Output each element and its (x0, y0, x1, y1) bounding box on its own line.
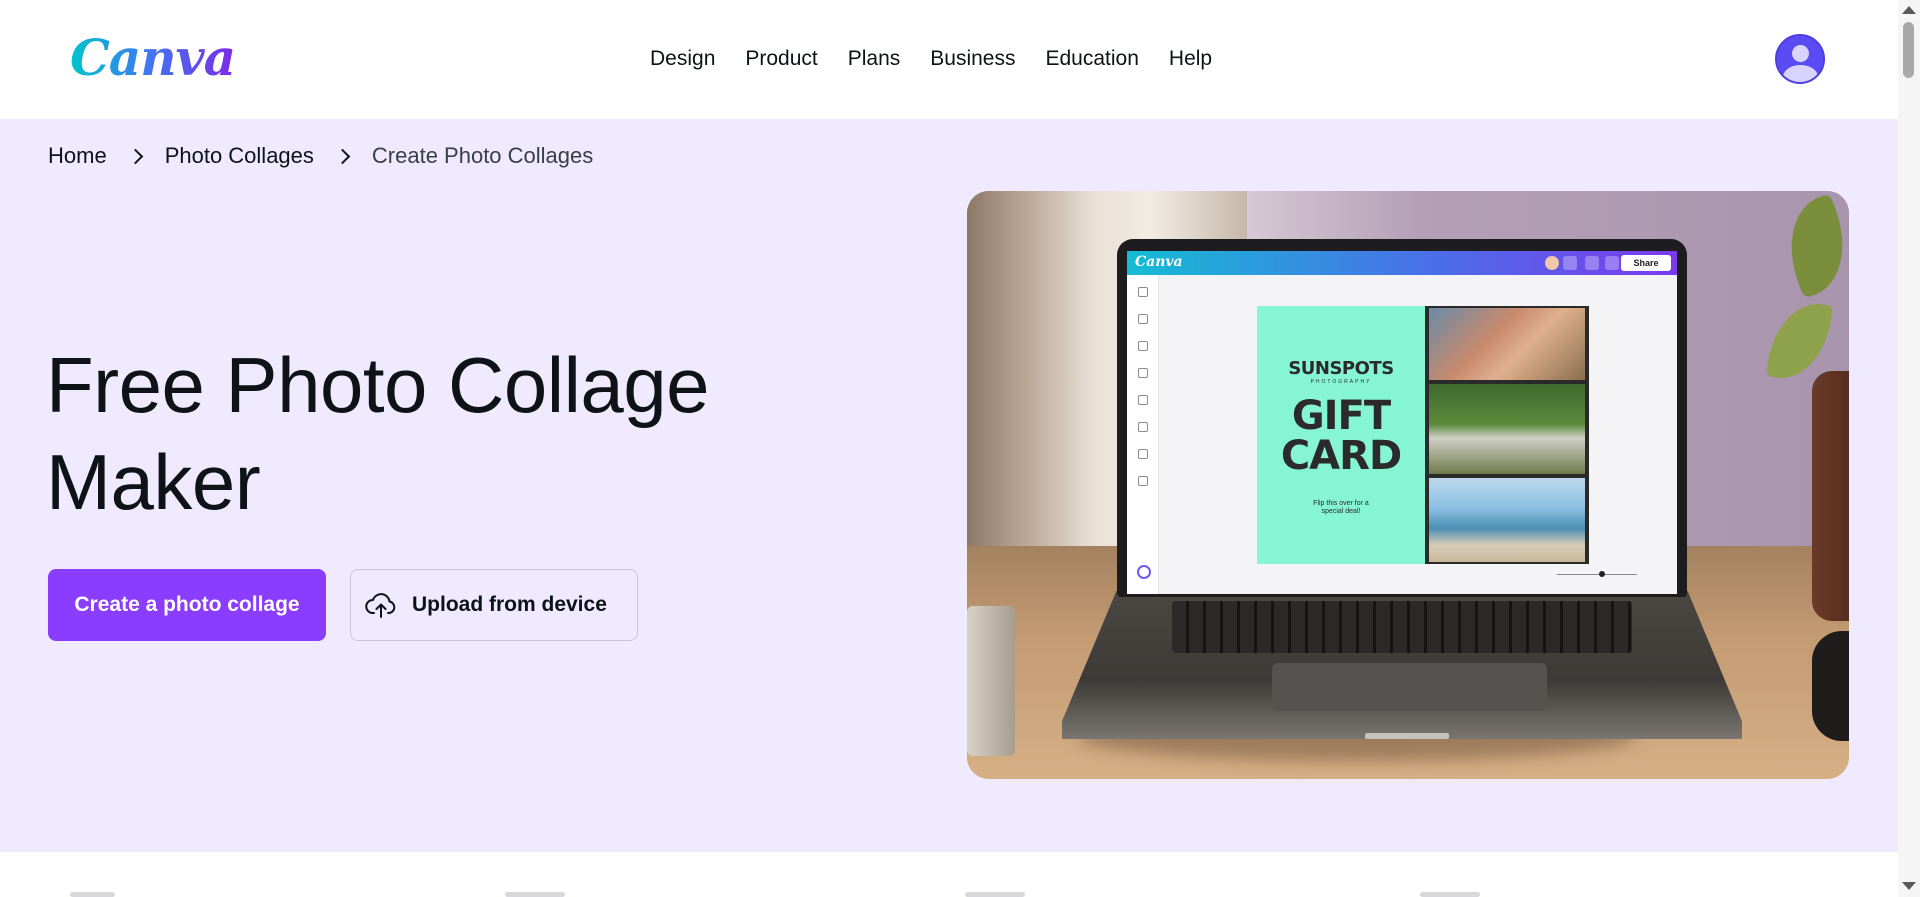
nav-business[interactable]: Business (930, 46, 1015, 72)
magic-icon (1137, 565, 1151, 579)
canva-logo[interactable]: Canva (70, 28, 236, 87)
hero-section: Home Photo Collages Create Photo Collage… (0, 119, 1898, 852)
headphones (1812, 631, 1849, 741)
user-avatar-icon[interactable] (1775, 34, 1825, 84)
park-photo (1429, 384, 1585, 474)
analytics-icon (1585, 256, 1599, 270)
site-header: Canva Design Product Plans Business Educ… (0, 0, 1898, 119)
nav-plans[interactable]: Plans (848, 46, 901, 72)
breadcrumb-photo-collages[interactable]: Photo Collages (165, 143, 314, 169)
breadcrumb-current: Create Photo Collages (371, 143, 594, 168)
nav-design[interactable]: Design (650, 46, 715, 72)
editor-logo: Canva (1135, 254, 1183, 270)
card-edge (70, 892, 115, 897)
editor-share-button: Share (1621, 255, 1671, 271)
family-photo (1429, 308, 1585, 380)
nav-help[interactable]: Help (1169, 46, 1212, 72)
text-icon (1138, 341, 1148, 351)
card-edge (1420, 892, 1480, 897)
laptop-keyboard (1172, 601, 1632, 653)
next-section (0, 852, 1898, 897)
nav-education[interactable]: Education (1046, 46, 1139, 72)
avatar-head (1792, 45, 1809, 62)
projects-icon (1138, 449, 1148, 459)
photo-collage-column (1425, 306, 1589, 564)
breadcrumb: Home Photo Collages Create Photo Collage… (48, 143, 593, 169)
scroll-up-arrow-icon[interactable] (1902, 6, 1916, 14)
design-icon (1138, 287, 1148, 297)
elements-icon (1138, 314, 1148, 324)
cloud-upload-icon (365, 593, 396, 618)
page-scrollbar[interactable] (1898, 0, 1920, 897)
cup (967, 606, 1015, 756)
editor-toolbar: Canva Share (1127, 251, 1677, 275)
draw-icon (1138, 422, 1148, 432)
card-edge (965, 892, 1025, 897)
canva-editor-preview: Canva Share SUNSPOTS PHOTOGRAPHY GIFT CA… (1127, 251, 1677, 594)
avatar-body (1783, 65, 1818, 82)
uploads-icon (1138, 395, 1148, 405)
add-icon (1563, 256, 1577, 270)
zoom-slider-knob (1599, 571, 1605, 577)
gift-card-note: Flip this over for a special deal! (1313, 500, 1369, 515)
scrollbar-thumb[interactable] (1903, 22, 1914, 78)
collaborator-icon (1545, 256, 1559, 270)
apps-icon (1138, 476, 1148, 486)
chevron-right-icon (336, 149, 350, 163)
beach-photo (1429, 478, 1585, 562)
editor-sidebar (1127, 275, 1159, 594)
brand-icon (1138, 368, 1148, 378)
breadcrumb-home[interactable]: Home (48, 143, 107, 169)
card-edge (505, 892, 565, 897)
gift-card-title: GIFT CARD (1257, 396, 1425, 476)
plant-pot (1812, 371, 1849, 621)
zoom-slider (1557, 574, 1637, 575)
page-title: Free Photo Collage Maker (46, 341, 710, 526)
gift-card-brand: SUNSPOTS (1288, 358, 1394, 379)
laptop-trackpad (1272, 663, 1547, 711)
upload-from-device-button[interactable]: Upload from device (350, 569, 638, 641)
main-nav: Design Product Plans Business Education … (650, 46, 1242, 72)
gift-card-title-line2: CARD (1280, 433, 1402, 479)
chevron-right-icon (129, 149, 143, 163)
hero-laptop-image: Canva Share SUNSPOTS PHOTOGRAPHY GIFT CA… (967, 191, 1849, 779)
gift-card-brand-sub: PHOTOGRAPHY (1310, 379, 1372, 385)
laptop-screen: Canva Share SUNSPOTS PHOTOGRAPHY GIFT CA… (1117, 239, 1687, 597)
gift-card-design: SUNSPOTS PHOTOGRAPHY GIFT CARD Flip this… (1257, 306, 1425, 564)
scroll-down-arrow-icon[interactable] (1902, 882, 1916, 890)
nav-product[interactable]: Product (745, 46, 817, 72)
comment-icon (1605, 256, 1619, 270)
upload-label: Upload from device (412, 593, 607, 616)
laptop-notch (1365, 733, 1449, 739)
gift-card-title-line1: GIFT (1291, 393, 1391, 439)
create-photo-collage-button[interactable]: Create a photo collage (48, 569, 326, 641)
